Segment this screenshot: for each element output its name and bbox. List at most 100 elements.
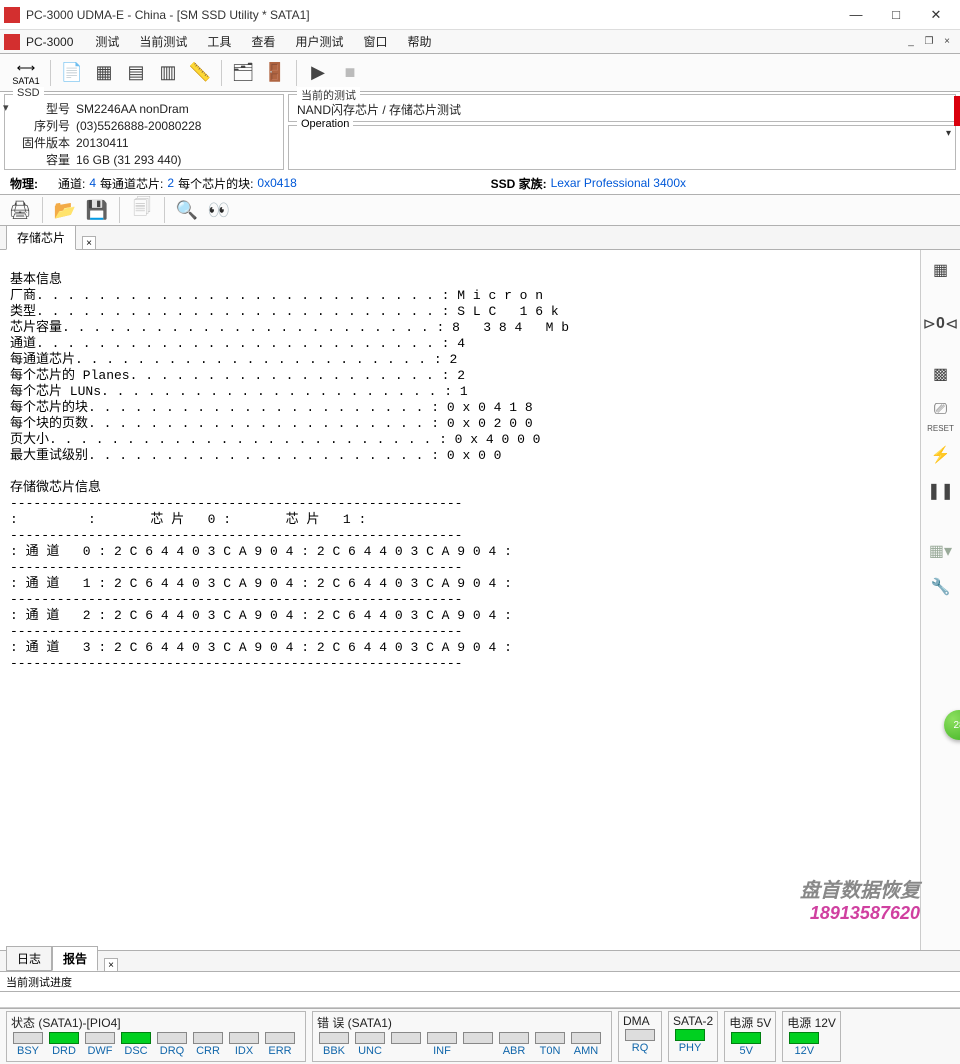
sub-toolbar: 🖨 📂 💾 🗐 🔍 👀 [0,194,960,226]
close-button[interactable]: ✕ [916,1,956,29]
search-icon[interactable]: 🔍 [173,197,201,223]
menu-tools[interactable]: 工具 [197,31,241,52]
led-amn: AMN [569,1032,603,1057]
chevron-down-icon[interactable]: ▾ [946,128,951,139]
menu-bar: PC-3000 测试 当前测试 工具 查看 用户测试 窗口 帮助 _ ❐ × [0,30,960,54]
stop-icon[interactable]: ■ [335,58,365,88]
pin-icon[interactable]: ⚡ [927,441,955,469]
info-row: SSD ▾ 型号SM2246AA nonDram 序列号(03)5526888-… [0,92,960,172]
bottom-tab-close[interactable]: × [104,958,118,972]
phys-line: 物理: 通道: 4 每通道芯片: 2 每个芯片的块: 0x0418 SSD 家族… [0,172,960,194]
mdi-minimize[interactable]: _ [904,35,918,49]
led-crr: CRR [191,1032,225,1057]
app-icon [4,7,20,23]
led- [461,1032,495,1057]
play-icon[interactable]: ▶ [303,58,333,88]
print-icon[interactable]: 🖨 [6,197,34,223]
led-err: ERR [263,1032,297,1057]
led-12v: 12V [787,1032,821,1057]
chip4-icon[interactable]: ▩ [927,360,955,388]
status-group-sata2: SATA-2 PHY [668,1011,718,1062]
maximize-button[interactable]: □ [876,1,916,29]
tab-log[interactable]: 日志 [6,946,52,971]
phys-chips-per-channel: 2 [167,176,174,190]
minimize-button[interactable]: — [836,1,876,29]
led-unc: UNC [353,1032,387,1057]
app-name: PC-3000 [26,35,73,49]
status-group-error: 错 误 (SATA1) BBKUNCINFABRT0NAMN [312,1011,612,1062]
toolbar: ⟷ SATA1 📄 ▦ ▤ ▥ 📏 🗂 🚪 ▶ ■ [0,54,960,92]
status-group-dma: DMA RQ [618,1011,662,1062]
led-t0n: T0N [533,1032,567,1057]
ruler-icon[interactable]: 📏 [185,58,215,88]
status-group-5v: 电源 5V 5V [724,1011,776,1062]
menu-current-test[interactable]: 当前测试 [129,31,197,52]
current-test-box: 当前的测试 NAND闪存芯片 / 存储芯片测试 [288,94,956,122]
ssd-family: Lexar Professional 3400x [551,176,686,190]
multidoc-icon[interactable]: 🗂 [228,58,258,88]
mdi-restore[interactable]: ❐ [922,35,936,49]
chip-down-icon[interactable]: ▦▾ [927,537,955,565]
window-titlebar: PC-3000 UDMA-E - China - [SM SSD Utility… [0,0,960,30]
ssd-capacity: 16 GB (31 293 440) [76,152,277,169]
led-dwf: DWF [83,1032,117,1057]
chip2-icon[interactable]: ▤ [121,58,151,88]
led-drq: DRQ [155,1032,189,1057]
led-bbk: BBK [317,1032,351,1057]
led- [389,1032,423,1057]
led-drd: DRD [47,1032,81,1057]
menu-test[interactable]: 测试 [85,31,129,52]
chip3-icon[interactable]: ▥ [153,58,183,88]
reset-icon[interactable]: ⎚ [927,396,955,424]
chip-icon[interactable]: ▦ [89,58,119,88]
ssd-firmware: 20130411 [76,135,277,152]
watermark: 盘首数据恢复 18913587620 [800,874,920,924]
led-dsc: DSC [119,1032,153,1057]
tab-storage-chip[interactable]: 存储芯片 [6,225,76,250]
tab-bar: 存储芯片 × [0,226,960,250]
sata-port-indicator[interactable]: ⟷ SATA1 [8,60,44,86]
window-title: PC-3000 UDMA-E - China - [SM SSD Utility… [26,8,836,22]
content-pane: 基本信息 厂商. . . . . . . . . . . . . . . . .… [0,250,920,950]
mdi-close[interactable]: × [940,35,954,49]
pause-icon[interactable]: ❚❚ [927,477,955,505]
operation-box[interactable]: Operation ▾ [288,125,956,170]
menu-user-test[interactable]: 用户测试 [285,31,353,52]
copy-icon[interactable]: 🗐 [128,197,156,223]
led-idx: IDX [227,1032,261,1057]
wrench-icon[interactable]: 🔧 [927,573,955,601]
led-bsy: BSY [11,1032,45,1057]
open-icon[interactable]: 📂 [51,197,79,223]
status-group-12v: 电源 12V 12V [782,1011,841,1062]
status-group-state: 状态 (SATA1)-[PIO4] BSYDRDDWFDSCDRQCRRIDXE… [6,1011,306,1062]
ssd-model: SM2246AA nonDram [76,101,277,118]
led-inf: INF [425,1032,459,1057]
doc-icon[interactable]: 📄 [57,58,87,88]
menu-help[interactable]: 帮助 [397,31,441,52]
current-test-value: NAND闪存芯片 / 存储芯片测试 [297,101,947,118]
status-strip: 状态 (SATA1)-[PIO4] BSYDRDDWFDSCDRQCRRIDXE… [0,1008,960,1064]
menu-window[interactable]: 窗口 [353,31,397,52]
menu-view[interactable]: 查看 [241,31,285,52]
right-toolbar: ▦ ⊳0⊲ ▩ ⎚ RESET ⚡ ❚❚ ▦▾ 🔧 [920,250,960,950]
ssd-serial: (03)5526888-20080228 [76,118,277,135]
led-5v: 5V [729,1032,763,1057]
phys-channels: 4 [89,176,96,190]
exit-icon[interactable]: 🚪 [260,58,290,88]
io-icon[interactable]: ⊳0⊲ [927,310,955,338]
app-icon-small [4,34,20,50]
led-phy: PHY [673,1029,707,1054]
bottom-tab-bar: 日志 报告 × [0,950,960,972]
save-icon[interactable]: 💾 [83,197,111,223]
phys-blocks: 0x0418 [257,176,296,190]
tab-close-button[interactable]: × [82,236,96,250]
tab-report[interactable]: 报告 [52,946,98,971]
progress-label: 当前测试进度 [0,972,960,992]
led-abr: ABR [497,1032,531,1057]
ssd-legend: SSD [13,87,44,99]
binoculars-icon[interactable]: 👀 [205,197,233,223]
chip-icon-rt[interactable]: ▦ [927,256,955,284]
ssd-dropdown-arrow[interactable]: ▾ [3,101,9,114]
ssd-panel: SSD ▾ 型号SM2246AA nonDram 序列号(03)5526888-… [4,94,284,170]
red-strip [954,96,960,126]
